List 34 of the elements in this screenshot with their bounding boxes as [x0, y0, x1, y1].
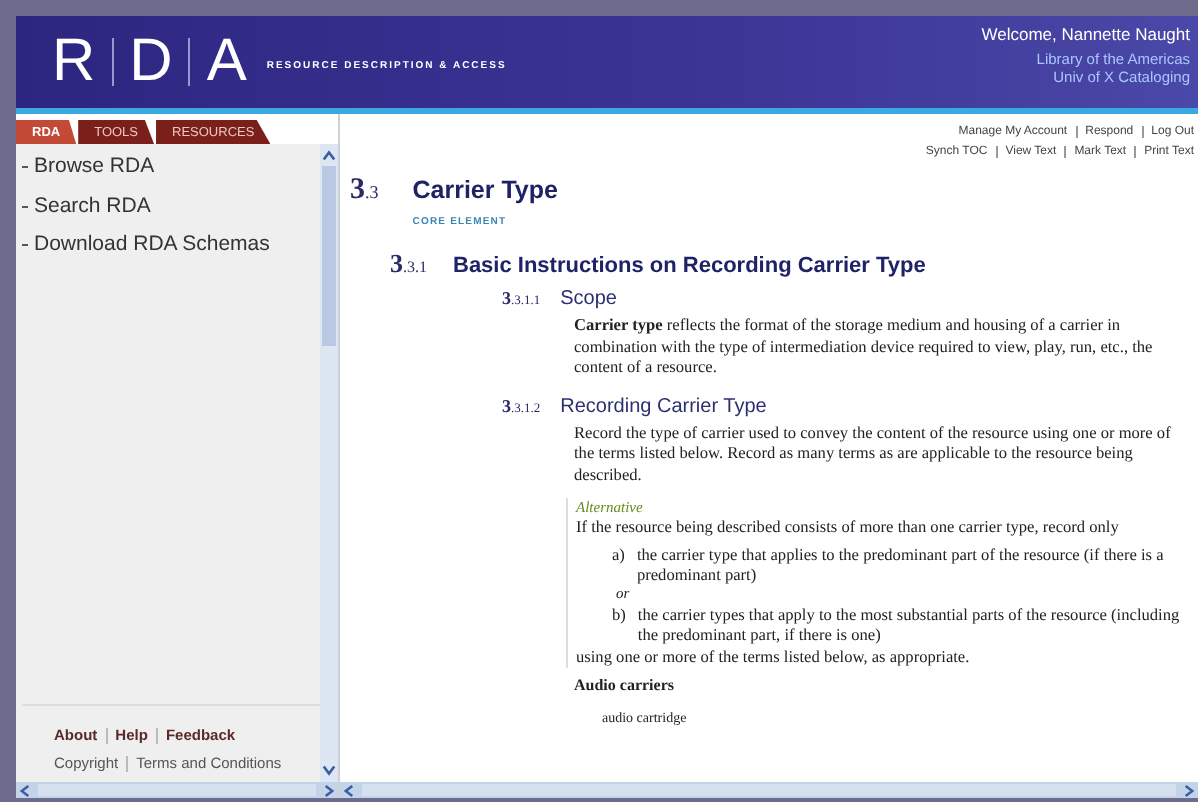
- paragraph: using one or more of the terms listed below, as appropriate.: [576, 647, 972, 668]
- section-number: 3.3: [350, 174, 379, 210]
- list-item-text: the carrier type that applies to the predominant part of the resource (if there is a predominant part): [636, 545, 1166, 585]
- welcome-text: Welcome, Nannette Naught: [981, 24, 1190, 44]
- subsection-title: Recording Carrier Type: [560, 395, 767, 417]
- logo-divider: [188, 38, 191, 86]
- list-marker: b): [612, 605, 626, 627]
- logo-letter: R: [52, 32, 96, 92]
- sidebar-link[interactable]: Browse RDA: [22, 148, 320, 187]
- section-number: 3.3.1: [390, 248, 427, 280]
- section-title: Carrier Type: [412, 174, 558, 208]
- scroll-right-icon[interactable]: [1184, 783, 1194, 797]
- paragraph: If the resource being described consists of more than one carrier type, record only: [576, 518, 1121, 539]
- sidebar-link[interactable]: Search RDA: [22, 187, 320, 226]
- scroll-down-icon[interactable]: [322, 764, 336, 776]
- paragraph: Carrier type reflects the format of the storage medium and housing of a carrier in combination with the type of intermediation device required to view, play, run, etc., the content of a resource.: [574, 316, 1155, 379]
- logo-divider: [111, 38, 114, 86]
- subsection-title: Scope: [560, 288, 617, 310]
- scrollbar-thumb[interactable]: [322, 166, 336, 346]
- scroll-up-icon[interactable]: [322, 150, 336, 162]
- vertical-scrollbar[interactable]: [320, 144, 338, 782]
- scroll-left-icon[interactable]: [344, 783, 354, 797]
- group-heading: Audio carriers: [574, 676, 676, 694]
- logo-letter: D: [129, 32, 173, 92]
- list-item-text: the carrier types that apply to the most substantial parts of the resource (including the predominant part, if there is one): [637, 605, 1182, 645]
- logo-letter: A: [206, 32, 247, 92]
- scroll-right-icon[interactable]: [324, 783, 334, 797]
- list-marker: a): [612, 545, 625, 567]
- paragraph: Record the type of carrier used to convey the content of the resource using one or more of the terms listed below. Record as many terms as are applicable to the resource being described.: [574, 423, 1173, 486]
- sidebar-link[interactable]: Download RDA Schemas: [22, 226, 320, 265]
- horizontal-scrollbar[interactable]: [16, 782, 338, 798]
- horizontal-scrollbar[interactable]: [340, 782, 1198, 798]
- subsection-title: Basic Instructions on Recording Carrier Type: [453, 254, 926, 278]
- scroll-left-icon[interactable]: [20, 783, 30, 797]
